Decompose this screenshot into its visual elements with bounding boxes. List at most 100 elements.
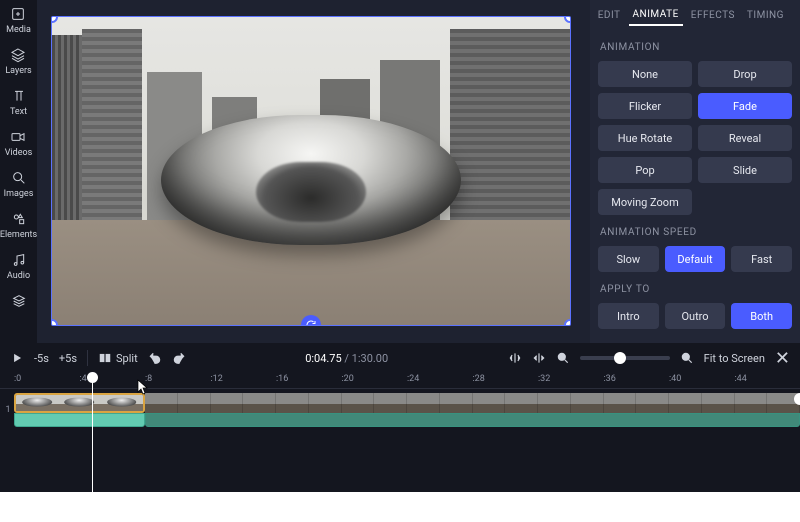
rail-item-layers[interactable]: Layers (5, 47, 31, 76)
ruler-tick: :24 (407, 374, 419, 384)
rail-item-audio[interactable]: Audio (7, 252, 30, 281)
panel-tabs: EDIT ANIMATE EFFECTS TIMING (598, 0, 792, 30)
ruler-tick: :36 (604, 374, 616, 384)
stack-icon (11, 293, 27, 309)
anim-slide[interactable]: Slide (698, 157, 792, 183)
forward-5s-button[interactable]: +5s (59, 352, 77, 365)
ruler-tick: :32 (538, 374, 550, 384)
anim-reveal[interactable]: Reveal (698, 125, 792, 151)
timeline-end-knob[interactable] (794, 393, 800, 405)
rail-label: Text (10, 107, 27, 117)
tab-animate[interactable]: ANIMATE (629, 5, 683, 26)
magnet-icon (532, 351, 546, 365)
section-apply-label: APPLY TO (600, 284, 792, 295)
split-button[interactable]: Split (98, 351, 138, 365)
canvas-area (37, 0, 590, 343)
magnet-button[interactable] (532, 351, 546, 365)
playback-toolbar: -5s +5s Split 0:04.75 / 1:30.00 (0, 343, 800, 373)
speed-default[interactable]: Default (665, 246, 726, 272)
timeline-tracks: 1 (0, 389, 800, 427)
back-5s-button[interactable]: -5s (34, 352, 49, 365)
ruler-tick: :12 (211, 374, 223, 384)
anim-moving-zoom[interactable]: Moving Zoom (598, 189, 692, 215)
canvas-selection[interactable] (51, 16, 571, 326)
rail-item-text[interactable]: Text (10, 88, 27, 117)
zoom-slider-thumb[interactable] (614, 352, 626, 364)
text-icon (11, 88, 27, 104)
clip-video-preview (145, 393, 800, 413)
rail-item-images[interactable]: Images (4, 170, 34, 199)
apply-both[interactable]: Both (731, 303, 792, 329)
track-row: 1 (14, 393, 800, 427)
snap-button[interactable] (508, 351, 522, 365)
tab-timing[interactable]: TIMING (743, 6, 788, 25)
snap-icon (508, 351, 522, 365)
zoom-out-button[interactable] (556, 351, 570, 365)
undo-button[interactable] (148, 351, 162, 365)
tool-rail: Media Layers Text Videos Images Elements (0, 0, 37, 343)
speed-slow[interactable]: Slow (598, 246, 659, 272)
mouse-cursor (137, 379, 149, 395)
anim-pop[interactable]: Pop (598, 157, 692, 183)
ruler-tick: :40 (669, 374, 681, 384)
clip-audio-preview (145, 413, 800, 427)
rail-label: Audio (7, 271, 30, 281)
time-display: 0:04.75 / 1:30.00 (196, 352, 498, 365)
rail-item-videos[interactable]: Videos (5, 129, 33, 158)
rail-item-media[interactable]: Media (6, 6, 31, 35)
canvas-image (52, 17, 570, 325)
playhead[interactable] (92, 373, 93, 492)
tab-effects[interactable]: EFFECTS (687, 6, 739, 25)
search-icon (11, 170, 27, 186)
toolbar-separator (87, 350, 88, 366)
apply-row: Intro Outro Both (598, 303, 792, 329)
rail-label: Images (4, 189, 34, 199)
apply-intro[interactable]: Intro (598, 303, 659, 329)
ruler-tick: :0 (14, 374, 21, 384)
close-button[interactable]: ✕ (775, 348, 790, 369)
anim-flicker[interactable]: Flicker (598, 93, 692, 119)
shapes-icon (11, 211, 27, 227)
zoom-out-icon (556, 351, 570, 365)
redo-button[interactable] (172, 351, 186, 365)
track-lane[interactable] (14, 393, 800, 427)
split-icon (98, 351, 112, 365)
fit-to-screen-button[interactable]: Fit to Screen (704, 352, 765, 365)
zoom-in-icon (680, 351, 694, 365)
zoom-slider[interactable] (580, 356, 670, 360)
ruler-tick: :28 (473, 374, 485, 384)
plus-square-icon (10, 6, 26, 22)
play-icon (10, 351, 24, 365)
timeline-ruler[interactable]: :0:4:8:12:16:20:24:28:32:36:40:44 (0, 373, 800, 389)
music-icon (11, 252, 27, 268)
split-label: Split (116, 352, 138, 365)
apply-outro[interactable]: Outro (665, 303, 726, 329)
speed-fast[interactable]: Fast (731, 246, 792, 272)
ruler-tick: :20 (342, 374, 354, 384)
redo-icon (172, 351, 186, 365)
play-button[interactable] (10, 351, 24, 365)
anim-none[interactable]: None (598, 61, 692, 87)
clip-video-selected[interactable] (14, 393, 145, 413)
zoom-in-button[interactable] (680, 351, 694, 365)
rail-item-elements[interactable]: Elements (0, 211, 37, 240)
anim-hue-rotate[interactable]: Hue Rotate (598, 125, 692, 151)
ruler-tick: :16 (276, 374, 288, 384)
anim-fade[interactable]: Fade (698, 93, 792, 119)
clip-audio-selected[interactable] (14, 413, 145, 427)
animation-grid: None Drop Flicker Fade Hue Rotate Reveal… (598, 61, 792, 215)
time-current: 0:04.75 (305, 352, 341, 365)
layers-icon (10, 47, 26, 63)
rail-label: Elements (0, 230, 37, 240)
playhead-knob[interactable] (87, 372, 98, 383)
resize-handle-br[interactable] (564, 319, 571, 326)
rotate-icon (305, 319, 317, 326)
bottom-strip (0, 492, 800, 522)
speed-row: Slow Default Fast (598, 246, 792, 272)
right-panel: EDIT ANIMATE EFFECTS TIMING ANIMATION No… (590, 0, 800, 343)
rail-item-more[interactable] (11, 293, 27, 309)
ruler-tick: :4 (80, 374, 87, 384)
tab-edit[interactable]: EDIT (594, 6, 625, 25)
anim-drop[interactable]: Drop (698, 61, 792, 87)
time-duration: 1:30.00 (352, 352, 388, 365)
